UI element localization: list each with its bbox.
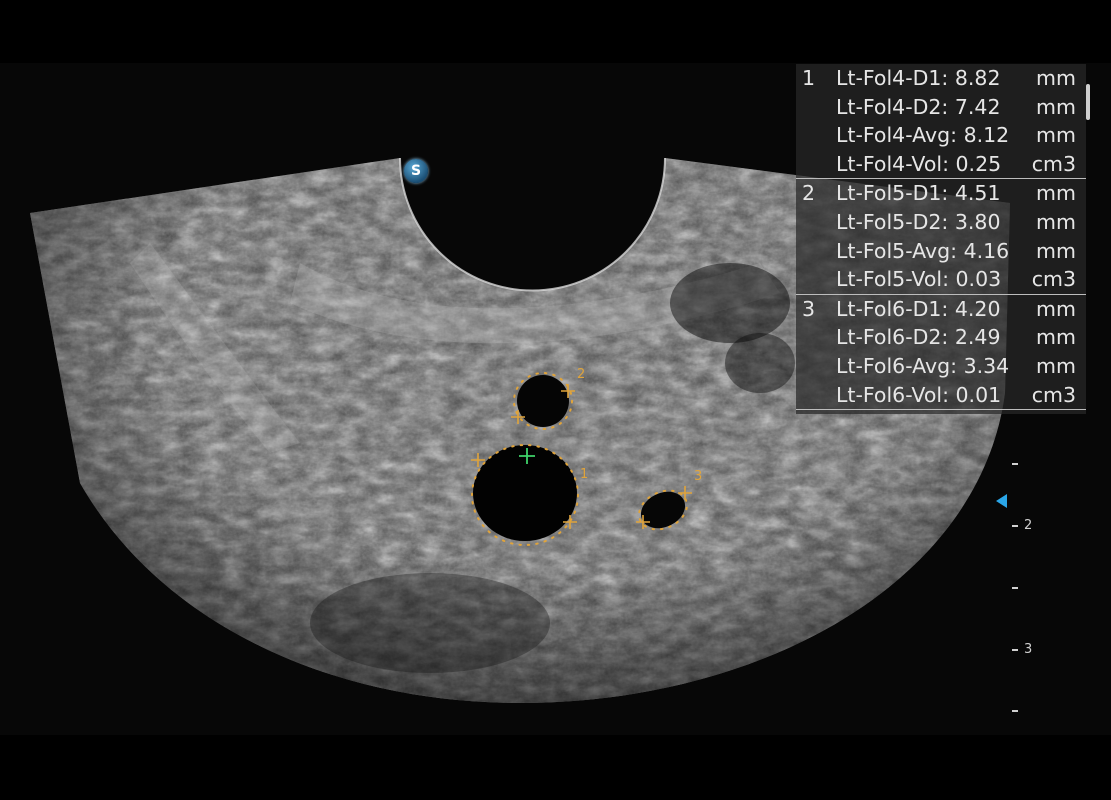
measurement-group-3: 3 Lt-Fol6-D1: 4.20 mm Lt-Fol6-D2: 2.49 mm …: [796, 295, 1086, 411]
measurement-row: Lt-Fol5-D1: 4.51 mm: [796, 179, 1086, 208]
measurement-value: 3.34: [963, 353, 1010, 378]
measurement-label: Lt-Fol5-D1:: [836, 181, 949, 206]
measurement-unit: cm3: [1031, 267, 1076, 292]
measurement-row: Lt-Fol6-D2: 2.49 mm: [796, 323, 1086, 352]
measurement-unit: cm3: [1031, 151, 1076, 176]
measurement-unit: mm: [1036, 238, 1076, 263]
measurement-group-1: 1 Lt-Fol4-D1: 8.82 mm Lt-Fol4-D2: 7.42 mm …: [796, 64, 1086, 180]
measurement-label: Lt-Fol4-Vol:: [836, 151, 949, 176]
measurement-value: 4.16: [963, 238, 1010, 263]
measurement-row: Lt-Fol5-D2: 3.80 mm: [796, 208, 1086, 237]
measurement-row: Lt-Fol5-Avg: 4.16 mm: [796, 237, 1086, 266]
depth-tick: [1012, 525, 1018, 527]
measurement-row: Lt-Fol6-Vol: 0.01 cm3: [796, 381, 1086, 410]
depth-label: 2: [1024, 518, 1033, 533]
depth-tick: [1012, 710, 1018, 712]
measurement-unit: mm: [1036, 296, 1076, 321]
measurement-unit: mm: [1036, 353, 1076, 378]
measurement-value: 4.51: [954, 181, 1001, 206]
measurement-label: Lt-Fol6-Vol:: [836, 382, 949, 407]
follicle-label-1: 1: [580, 467, 589, 482]
measurement-value: 8.82: [954, 66, 1001, 90]
depth-tick: [1012, 649, 1018, 651]
measurement-unit: mm: [1036, 94, 1076, 119]
measurement-label: Lt-Fol6-Avg:: [836, 353, 958, 378]
measurement-unit: mm: [1036, 123, 1076, 148]
panel-scrollbar[interactable]: [1086, 84, 1090, 120]
measurement-label: Lt-Fol4-Avg:: [836, 123, 958, 148]
measurement-unit: mm: [1036, 209, 1076, 234]
measurement-label: Lt-Fol5-D2:: [836, 209, 949, 234]
depth-label: 3: [1024, 642, 1033, 657]
measurement-value: 4.20: [954, 296, 1001, 321]
measurement-value: 0.25: [955, 151, 1002, 176]
measurement-value: 0.03: [955, 267, 1002, 292]
measurement-label: Lt-Fol4-D2:: [836, 94, 949, 119]
measurement-unit: mm: [1036, 181, 1076, 206]
measurement-row: Lt-Fol4-Avg: 8.12 mm: [796, 121, 1086, 150]
measurement-panel: 1 Lt-Fol4-D1: 8.82 mm Lt-Fol4-D2: 7.42 mm …: [796, 64, 1086, 414]
measurement-row: Lt-Fol4-Vol: 0.25 cm3: [796, 150, 1086, 179]
depth-tick: [1012, 463, 1018, 465]
measurement-label: Lt-Fol6-D1:: [836, 296, 949, 321]
measurement-label: Lt-Fol5-Vol:: [836, 267, 949, 292]
measurement-row: Lt-Fol6-Avg: 3.34 mm: [796, 352, 1086, 381]
measurement-unit: mm: [1036, 325, 1076, 350]
focus-marker-icon[interactable]: [996, 494, 1007, 508]
measurement-label: Lt-Fol5-Avg:: [836, 238, 958, 263]
measurement-value: 0.01: [955, 382, 1002, 407]
measurement-unit: mm: [1036, 66, 1076, 90]
measurement-row: Lt-Fol5-Vol: 0.03 cm3: [796, 265, 1086, 294]
measurement-unit: cm3: [1031, 382, 1076, 407]
measurement-row: Lt-Fol6-D1: 4.20 mm: [796, 295, 1086, 324]
depth-tick: [1012, 587, 1018, 589]
measurement-value: 7.42: [954, 94, 1001, 119]
s-badge-icon[interactable]: S: [404, 159, 428, 183]
measurement-label: Lt-Fol6-D2:: [836, 325, 949, 350]
measurement-row: Lt-Fol4-D2: 7.42 mm: [796, 93, 1086, 122]
measurement-group-2: 2 Lt-Fol5-D1: 4.51 mm Lt-Fol5-D2: 3.80 mm …: [796, 179, 1086, 295]
measurement-value: 8.12: [963, 123, 1010, 148]
measurement-label: Lt-Fol4-D1:: [836, 66, 949, 90]
measurement-value: 3.80: [954, 209, 1001, 234]
follicle-2: [517, 375, 569, 427]
follicle-label-3: 3: [694, 469, 703, 484]
measurement-row: Lt-Fol4-D1: 8.82 mm: [796, 64, 1086, 93]
measurement-value: 2.49: [954, 325, 1001, 350]
follicle-label-2: 2: [577, 367, 586, 382]
